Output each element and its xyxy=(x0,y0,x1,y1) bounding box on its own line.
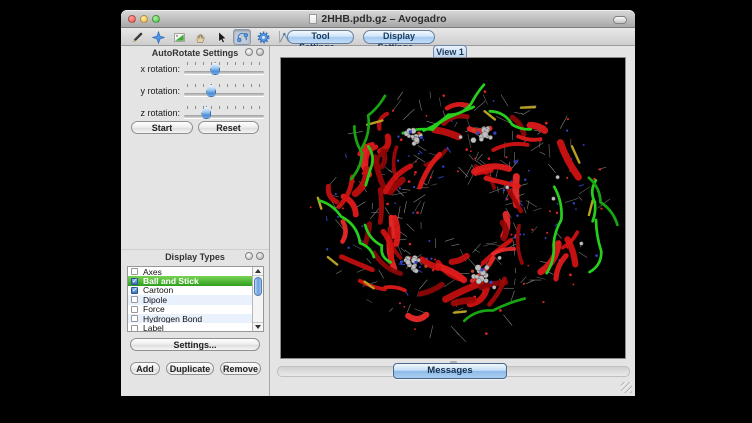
autorotate-panel: AutoRotate Settings x rotation: y rotatio… xyxy=(121,46,269,246)
auto-rotate-tool-button[interactable] xyxy=(233,29,251,45)
slider-label: x rotation: xyxy=(127,64,180,74)
display-type-label: Force xyxy=(143,305,165,314)
list-scrollbar[interactable] xyxy=(252,267,263,331)
auto-optimize-tool-button[interactable] xyxy=(254,29,272,45)
checked-checkbox-icon[interactable] xyxy=(131,278,138,285)
manipulate-tool-button[interactable] xyxy=(191,29,209,45)
tool-settings-button[interactable]: Tool Settings... xyxy=(287,30,354,44)
unchecked-checkbox-icon[interactable] xyxy=(131,306,138,313)
left-dock: AutoRotate Settings x rotation: y rotatio… xyxy=(121,46,270,396)
display-types-rows: AxesBall and StickCartoonDipoleForceHydr… xyxy=(128,267,252,331)
unchecked-checkbox-icon[interactable] xyxy=(131,325,138,332)
gl-viewport[interactable] xyxy=(280,57,626,359)
display-type-settings-button[interactable]: Settings... xyxy=(130,338,260,351)
document-icon xyxy=(309,14,317,24)
manipulate-hand-icon xyxy=(194,31,207,44)
bond-centric-tool-button[interactable] xyxy=(170,29,188,45)
display-type-label: Ball and Stick xyxy=(143,276,199,285)
scroll-thumb[interactable] xyxy=(254,277,262,296)
reset-button[interactable]: Reset xyxy=(198,121,259,134)
scroll-down-arrow[interactable] xyxy=(253,322,263,331)
scroll-up-arrow[interactable] xyxy=(253,267,263,276)
slider-groove[interactable] xyxy=(184,93,264,96)
display-type-label: Axes xyxy=(143,267,162,276)
navigate-tool-button[interactable] xyxy=(149,29,167,45)
pencil-icon xyxy=(131,31,144,44)
unchecked-checkbox-icon[interactable] xyxy=(131,315,138,322)
slider-label: z rotation: xyxy=(127,108,180,118)
avogadro-window: 2HHB.pdb.gz – Avogadro Tool Settings... … xyxy=(121,10,635,396)
titlebar[interactable]: 2HHB.pdb.gz – Avogadro xyxy=(121,10,635,28)
view-pane: View 1 Messages xyxy=(271,46,635,396)
display-type-row[interactable]: Hydrogen Bond xyxy=(128,314,252,323)
slider-groove[interactable] xyxy=(184,71,264,74)
autorotate-panel-header[interactable]: AutoRotate Settings xyxy=(121,46,269,58)
slider-label: y rotation: xyxy=(127,86,180,96)
rotation-slider-row: y rotation: xyxy=(127,80,265,102)
messages-button[interactable]: Messages xyxy=(393,363,507,379)
display-types-list: AxesBall and StickCartoonDipoleForceHydr… xyxy=(127,266,264,332)
unchecked-checkbox-icon[interactable] xyxy=(131,268,138,275)
unchecked-checkbox-icon[interactable] xyxy=(131,296,138,303)
slider-ticks xyxy=(187,84,261,87)
display-type-row[interactable]: Dipole xyxy=(128,295,252,304)
start-button[interactable]: Start xyxy=(131,121,193,134)
toolbar-separator xyxy=(279,31,280,43)
selection-tool-button[interactable] xyxy=(212,29,230,45)
panel-header-buttons xyxy=(245,48,264,56)
duplicate-button[interactable]: Duplicate xyxy=(166,362,214,375)
slider-ticks xyxy=(187,106,261,109)
panel-header-buttons xyxy=(245,252,264,260)
resize-grip[interactable] xyxy=(621,382,632,393)
display-type-label: Cartoon xyxy=(143,286,173,295)
remove-button[interactable]: Remove xyxy=(220,362,261,375)
bond-centric-icon xyxy=(173,31,186,44)
slider-groove[interactable] xyxy=(184,115,264,118)
float-panel-button[interactable] xyxy=(245,252,253,260)
close-panel-button[interactable] xyxy=(256,48,264,56)
window-title-text: 2HHB.pdb.gz – Avogadro xyxy=(321,13,446,25)
draw-tool-button[interactable] xyxy=(128,29,146,45)
display-type-row[interactable]: Force xyxy=(128,305,252,314)
display-type-row[interactable]: Label xyxy=(128,323,252,332)
hemoglobin-molecule xyxy=(281,58,625,358)
rotation-slider-row: x rotation: xyxy=(127,58,265,80)
slider-track[interactable] xyxy=(184,80,264,102)
display-type-label: Dipole xyxy=(143,295,167,304)
slider-track[interactable] xyxy=(184,58,264,80)
display-types-panel: Display Types AxesBall and StickCartoonD… xyxy=(121,249,269,396)
main-area: AutoRotate Settings x rotation: y rotatio… xyxy=(121,46,635,396)
display-types-panel-header[interactable]: Display Types xyxy=(121,250,269,262)
select-cursor-icon xyxy=(215,31,228,44)
auto-rotate-icon xyxy=(236,31,249,44)
display-type-row[interactable]: Cartoon xyxy=(128,286,252,295)
display-settings-button[interactable]: Display Settings... xyxy=(363,30,435,44)
display-type-row[interactable]: Ball and Stick xyxy=(128,276,252,285)
float-panel-button[interactable] xyxy=(245,48,253,56)
display-type-label: Hydrogen Bond xyxy=(143,314,202,323)
close-panel-button[interactable] xyxy=(256,252,264,260)
display-type-row[interactable]: Axes xyxy=(128,267,252,276)
navigate-star-icon xyxy=(152,31,165,44)
display-type-label: Label xyxy=(143,323,164,332)
window-title: 2HHB.pdb.gz – Avogadro xyxy=(121,13,635,25)
toolbar-toggle-button[interactable] xyxy=(613,16,627,24)
checked-checkbox-icon[interactable] xyxy=(131,287,138,294)
add-button[interactable]: Add xyxy=(130,362,160,375)
toolbar: Tool Settings... Display Settings... xyxy=(121,28,635,46)
slider-ticks xyxy=(187,62,261,65)
auto-optimize-gear-icon xyxy=(257,31,270,44)
